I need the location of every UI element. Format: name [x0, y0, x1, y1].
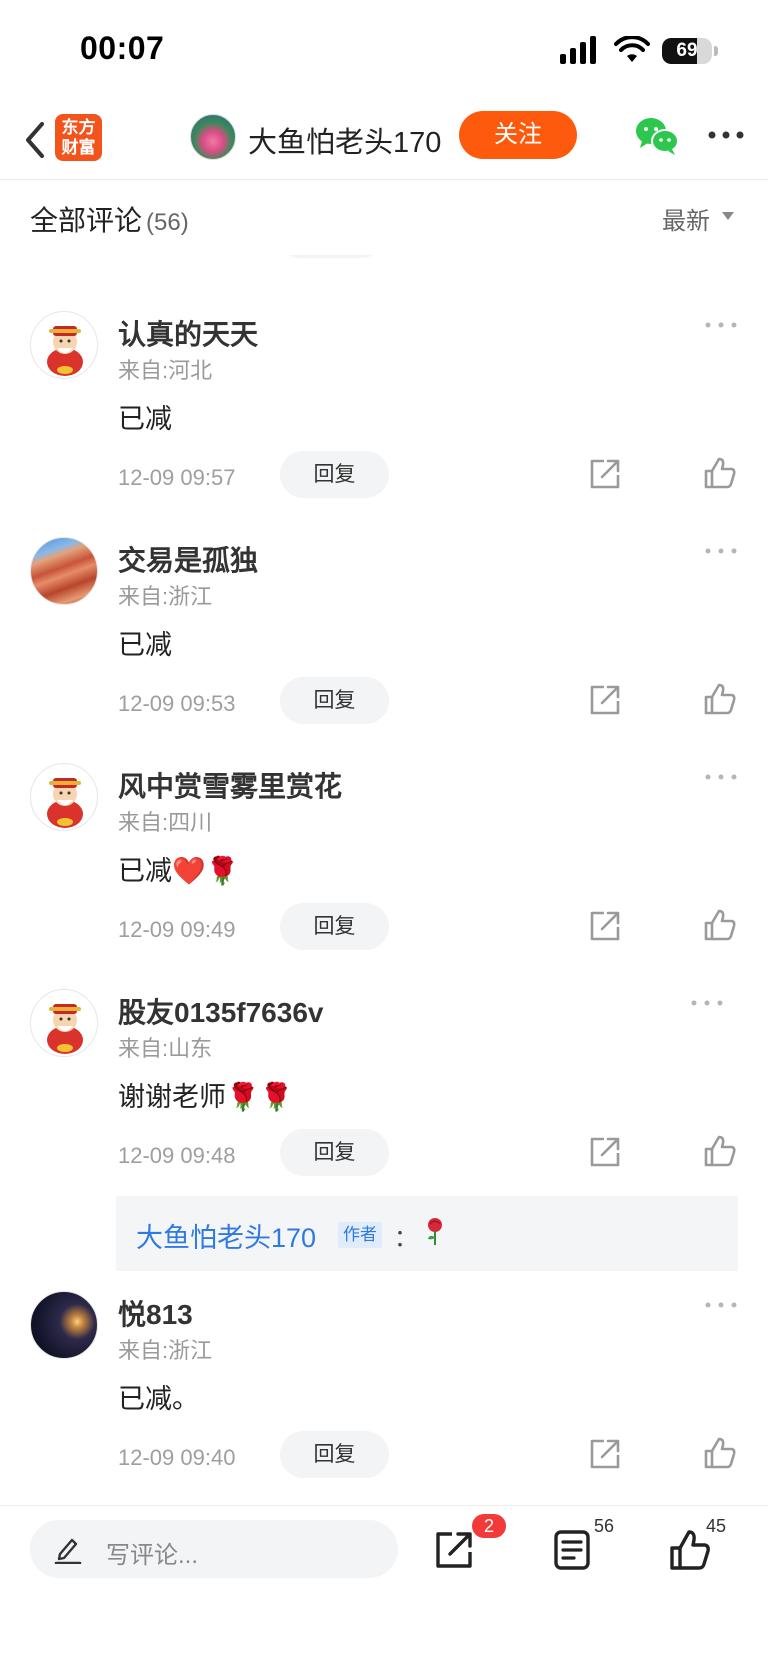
author-badge: 作者 — [338, 1222, 382, 1248]
user-location: 来自:山东 — [118, 1036, 213, 1061]
comments-title-text: 全部评论 — [30, 205, 143, 236]
author-reply-colon: ： — [394, 1225, 418, 1252]
reply-button[interactable]: 回复 — [280, 903, 389, 950]
comment-time: 12-09 09:57 — [118, 465, 236, 490]
like-icon[interactable] — [702, 907, 738, 943]
comments-count: (56) — [146, 209, 189, 236]
like-count-label: 45 — [706, 1516, 727, 1536]
status-bar: 00:07 69 — [0, 0, 768, 100]
like-icon[interactable] — [702, 455, 738, 491]
back-button[interactable] — [14, 114, 58, 166]
comment-time: 12-09 09:48 — [118, 1143, 236, 1168]
user-avatar[interactable] — [30, 763, 98, 831]
like-icon[interactable] — [702, 681, 738, 717]
follow-button[interactable]: 关注 — [459, 111, 577, 159]
wifi-icon — [614, 36, 650, 62]
reply-button[interactable]: 回复 — [280, 451, 389, 498]
user-avatar[interactable] — [30, 1291, 98, 1359]
nav-bar: 东方 财富 大鱼怕老头170 关注 — [0, 100, 768, 180]
comment-text: 已减❤️🌹 — [118, 856, 240, 886]
sort-dropdown[interactable]: 最新 — [662, 201, 710, 236]
comment-item: 风中赏雪雾里赏花 来自:四川 已减❤️🌹 12-09 09:49 回复 — [0, 763, 768, 963]
comment-more-icon[interactable] — [704, 767, 738, 787]
share-badge: 2 — [472, 1514, 506, 1538]
pen-icon — [54, 1538, 82, 1564]
user-location: 来自:浙江 — [118, 584, 213, 609]
share-icon[interactable] — [588, 909, 622, 943]
reply-button[interactable]: 回复 — [280, 1129, 389, 1176]
share-icon[interactable] — [588, 683, 622, 717]
cellular-signal-icon — [560, 36, 596, 64]
author-reply-name[interactable]: 大鱼怕老头170 — [136, 1216, 316, 1255]
comment-text: 已减 — [118, 404, 172, 434]
share-icon[interactable] — [588, 1135, 622, 1169]
comment-more-icon[interactable] — [704, 541, 738, 561]
comment-item: 认真的天天 来自:河北 已减 12-09 09:57 回复 — [0, 311, 768, 511]
comment-input-placeholder: 写评论... — [106, 1542, 199, 1569]
author-avatar[interactable] — [190, 114, 236, 160]
user-location: 来自:浙江 — [118, 1338, 213, 1363]
share-icon[interactable] — [588, 457, 622, 491]
comment-item: 交易是孤独 来自:浙江 已减 12-09 09:53 回复 — [0, 537, 768, 737]
user-avatar[interactable] — [30, 537, 98, 605]
author-name[interactable]: 大鱼怕老头170 — [248, 119, 441, 161]
user-location: 来自:四川 — [118, 810, 213, 835]
fortune-god-avatar-icon — [47, 1004, 83, 1054]
logo-line-2: 财富 — [61, 138, 96, 157]
more-options-icon[interactable] — [706, 120, 746, 150]
username[interactable]: 风中赏雪雾里赏花 — [118, 765, 342, 805]
like-icon[interactable] — [702, 1435, 738, 1471]
battery-icon: 69 — [662, 36, 718, 64]
comment-item: 悦813 来自:浙江 已减。 12-09 09:40 回复 — [0, 1291, 768, 1491]
reply-button[interactable]: 回复 — [280, 677, 389, 724]
battery-level: 69 — [676, 40, 698, 61]
status-time: 00:07 — [80, 30, 165, 66]
comments-icon[interactable] — [552, 1528, 592, 1572]
user-avatar[interactable] — [30, 989, 98, 1057]
comments-title: 全部评论 (56) — [30, 199, 189, 239]
user-avatar[interactable] — [30, 311, 98, 379]
comments-count-label: 56 — [594, 1516, 615, 1536]
comment-time: 12-09 09:49 — [118, 917, 236, 942]
username[interactable]: 股友0135f7636v — [118, 991, 323, 1031]
fortune-god-avatar-icon — [47, 778, 83, 828]
author-reply[interactable]: 大鱼怕老头170 作者 ： — [116, 1196, 738, 1271]
comment-more-icon[interactable] — [704, 315, 738, 335]
comments-header: 全部评论 (56) 最新 — [0, 181, 768, 255]
comment-more-icon[interactable] — [690, 993, 724, 1013]
comment-time: 12-09 09:53 — [118, 691, 236, 716]
comment-input[interactable]: 写评论... — [30, 1520, 398, 1578]
username[interactable]: 悦813 — [118, 1293, 193, 1333]
comment-time: 12-09 09:40 — [118, 1445, 236, 1470]
like-icon[interactable] — [702, 1133, 738, 1169]
logo-line-1: 东方 — [61, 118, 96, 137]
username[interactable]: 认真的天天 — [118, 313, 258, 353]
app-logo[interactable]: 东方 财富 — [55, 114, 102, 161]
comment-more-icon[interactable] — [704, 1295, 738, 1315]
user-location: 来自:河北 — [118, 358, 213, 383]
share-icon[interactable] — [432, 1528, 476, 1572]
comment-text: 已减。 — [118, 1384, 199, 1414]
bottom-action-bar: 写评论... 2 56 45 — [0, 1505, 768, 1663]
share-icon[interactable] — [588, 1437, 622, 1471]
comment-text: 已减 — [118, 630, 172, 660]
fortune-god-avatar-icon — [47, 326, 83, 376]
rose-icon — [428, 1218, 442, 1245]
comment-text: 谢谢老师🌹🌹 — [118, 1082, 294, 1112]
reply-button[interactable]: 回复 — [280, 1431, 389, 1478]
username[interactable]: 交易是孤独 — [118, 539, 258, 579]
wechat-share-icon[interactable] — [634, 114, 680, 158]
chevron-down-icon[interactable] — [722, 212, 734, 220]
